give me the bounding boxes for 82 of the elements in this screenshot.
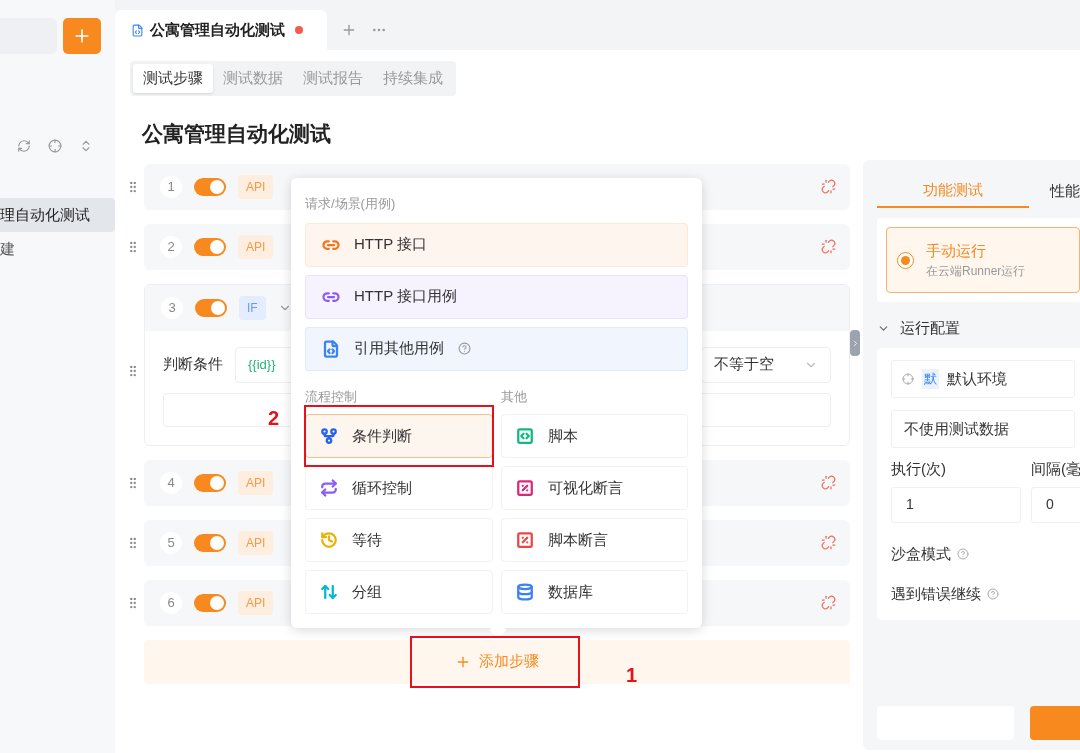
field-label: 执行(次) [891,459,947,479]
radio-button[interactable] [897,251,914,269]
target-icon [902,373,914,385]
step-number: 3 [161,296,183,319]
add-button[interactable] [63,18,101,54]
new-tab-icon[interactable] [341,22,357,38]
menu-item-label: HTTP 接口 [354,234,428,255]
run-mode-title: 手动运行 [926,240,987,261]
sub-tab[interactable]: 测试步骤 [133,64,213,93]
menu-item[interactable]: HTTP 接口用例 [305,274,688,319]
document-tab[interactable]: 公寓管理自动化测试 [115,10,327,50]
menu-item-label: 循环控制 [352,477,412,498]
menu-item[interactable]: 脚本 [500,414,688,458]
menu-item-label: 分组 [352,581,382,602]
menu-section-title: 其他 [500,387,528,406]
option-label: 沙盒模式 [891,543,951,564]
menu-section-title: 流程控制 [305,387,358,406]
step-number: 6 [160,591,182,614]
environment-select[interactable]: 默 默认环境 [891,360,1075,398]
menu-item[interactable]: 引用其他用例 [305,326,688,371]
toggle-switch[interactable] [194,533,226,552]
step-tag: IF [239,295,266,320]
menu-item[interactable]: 条件判断 [305,414,493,458]
number-field[interactable]: 0 [1031,486,1080,523]
menu-item[interactable]: HTTP 接口 [305,222,688,267]
toggle-switch[interactable] [194,593,226,612]
environment-label: 默认环境 [947,368,1007,389]
step-tag: API [238,234,274,259]
menu-section-title: 请求/场景(用例) [305,195,397,213]
toggle-switch[interactable] [194,237,226,256]
menu-item[interactable]: 脚本断言 [500,518,688,562]
sidebar-item[interactable]: 建 [0,232,115,266]
help-icon[interactable] [987,588,999,601]
step-tag: API [238,470,274,495]
callout-number: 2 [268,406,280,431]
test-data-select[interactable]: 不使用测试数据 [891,410,1075,448]
unlink-icon[interactable] [821,535,836,550]
unlink-icon[interactable] [821,179,836,194]
menu-item[interactable]: 分组 [305,570,493,614]
menu-item[interactable]: 可视化断言 [500,466,688,510]
section-title: 运行配置 [900,317,960,338]
step-number: 4 [160,471,182,494]
toggle-switch[interactable] [194,177,226,196]
menu-item[interactable]: 循环控制 [305,466,493,510]
menu-item-label: 等待 [352,529,382,550]
refresh-icon[interactable] [17,139,31,153]
step-number: 2 [160,235,182,258]
number-field[interactable]: 1 [891,486,1021,523]
run-mode-subtitle: 在云端Runner运行 [926,263,1026,281]
menu-item[interactable]: 等待 [305,518,493,562]
unlink-icon[interactable] [821,595,836,610]
step-tag: API [238,530,274,555]
environment-badge: 默 [922,369,939,389]
menu-item-label: 数据库 [547,581,593,602]
menu-item-label: 脚本断言 [547,529,608,550]
tab-title: 公寓管理自动化测试 [150,19,285,40]
toggle-switch[interactable] [194,473,226,492]
menu-item-label: HTTP 接口用例 [354,286,458,307]
help-icon[interactable] [458,342,471,355]
locate-icon[interactable] [48,139,62,153]
field-label: 间隔(毫 [1031,459,1080,479]
menu-item-label: 条件判断 [352,425,412,446]
option-label: 遇到错误继续 [891,584,981,604]
page-title: 公寓管理自动化测试 [142,121,332,147]
condition-label: 判断条件 [163,354,223,375]
menu-item-label: 引用其他用例 [354,338,444,359]
step-number: 5 [160,531,182,554]
sidebar-item[interactable]: 理自动化测试 [0,198,115,232]
collapse-handle[interactable] [850,330,860,356]
help-icon[interactable] [957,547,969,560]
unlink-icon[interactable] [821,475,836,490]
step-tag: API [238,174,274,199]
menu-item-label: 可视化断言 [547,477,623,498]
menu-item-label: 脚本 [547,425,578,446]
menu-item[interactable]: 数据库 [500,570,688,614]
step-tag: API [238,590,274,615]
step-number: 1 [160,175,182,198]
unlink-icon[interactable] [821,239,836,254]
document-icon [131,23,144,37]
panel-tab[interactable]: 性能 [1029,174,1080,208]
toggle-switch[interactable] [195,298,227,317]
callout-number: 1 [626,663,638,688]
